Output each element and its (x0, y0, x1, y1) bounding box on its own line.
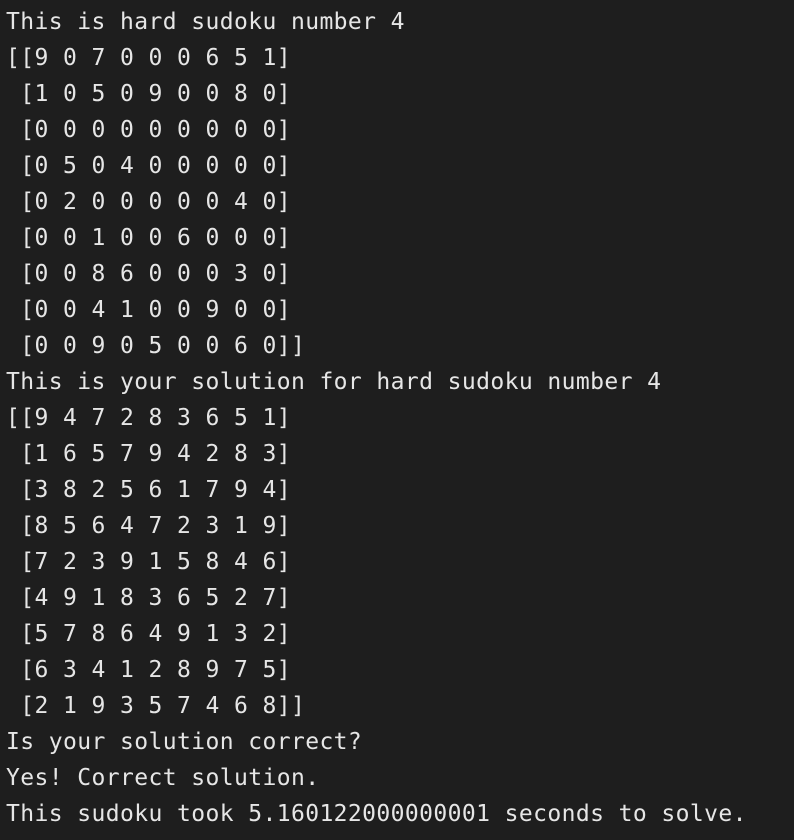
solution-row-3: [3 8 2 5 6 1 7 9 4] (6, 477, 291, 503)
puzzle-row-8: [0 0 4 1 0 0 9 0 0] (6, 297, 291, 323)
solution-row-1: [[9 4 7 2 8 3 6 5 1] (6, 405, 291, 431)
solution-row-7: [5 7 8 6 4 9 1 3 2] (6, 621, 291, 647)
solution-row-6: [4 9 1 8 3 6 5 2 7] (6, 585, 291, 611)
solution-row-2: [1 6 5 7 9 4 2 8 3] (6, 441, 291, 467)
check-result-line: Yes! Correct solution. (6, 765, 320, 791)
puzzle-row-4: [0 5 0 4 0 0 0 0 0] (6, 153, 291, 179)
check-question-line: Is your solution correct? (6, 729, 363, 755)
puzzle-row-9: [0 0 9 0 5 0 0 6 0]] (6, 333, 306, 359)
solution-row-4: [8 5 6 4 7 2 3 1 9] (6, 513, 291, 539)
timing-line: This sudoku took 5.160122000000001 secon… (6, 801, 747, 827)
puzzle-title-line: This is hard sudoku number 4 (6, 9, 405, 35)
puzzle-row-7: [0 0 8 6 0 0 0 3 0] (6, 261, 291, 287)
solution-row-8: [6 3 4 1 2 8 9 7 5] (6, 657, 291, 683)
puzzle-row-2: [1 0 5 0 9 0 0 8 0] (6, 81, 291, 107)
puzzle-row-3: [0 0 0 0 0 0 0 0 0] (6, 117, 291, 143)
solution-title-line: This is your solution for hard sudoku nu… (6, 369, 662, 395)
solution-row-9: [2 1 9 3 5 7 4 6 8]] (6, 693, 306, 719)
puzzle-row-6: [0 0 1 0 0 6 0 0 0] (6, 225, 291, 251)
solution-row-5: [7 2 3 9 1 5 8 4 6] (6, 549, 291, 575)
puzzle-row-1: [[9 0 7 0 0 0 6 5 1] (6, 45, 291, 71)
terminal-output: This is hard sudoku number 4 [[9 0 7 0 0… (0, 0, 794, 840)
puzzle-row-5: [0 2 0 0 0 0 0 4 0] (6, 189, 291, 215)
